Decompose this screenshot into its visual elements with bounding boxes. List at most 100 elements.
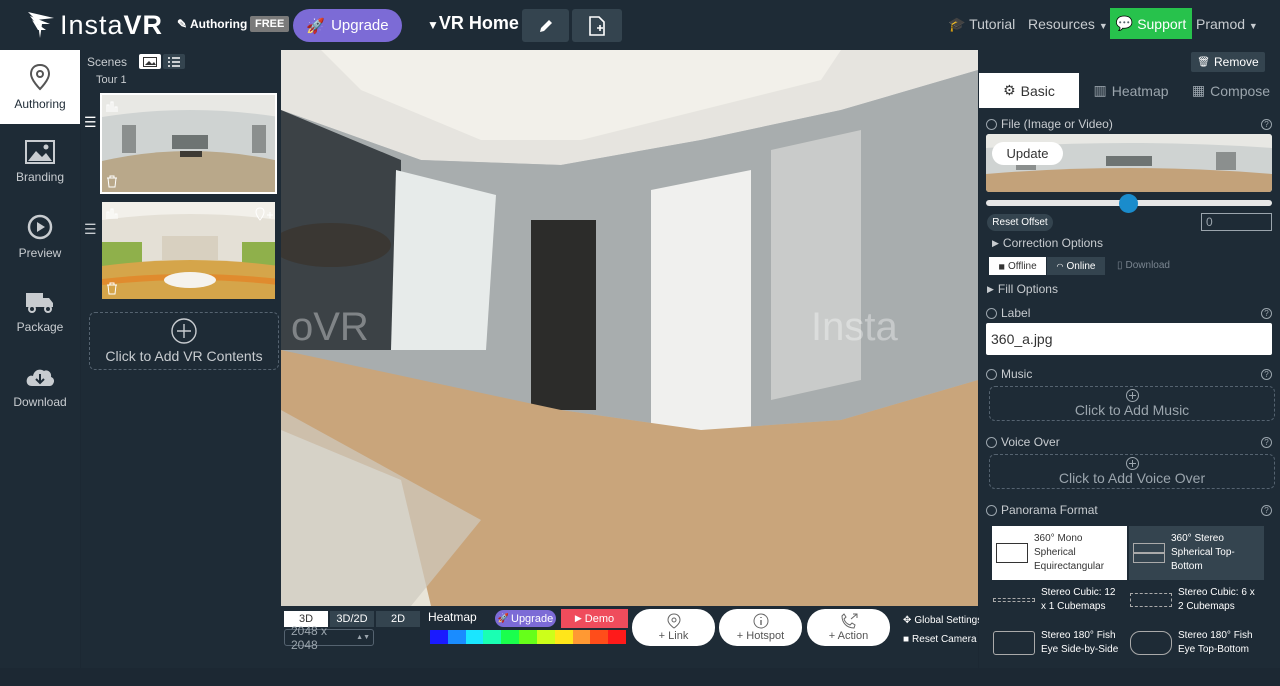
tutorial-link[interactable]: 🎓 Tutorial (948, 16, 1015, 33)
nav-package[interactable]: Package (0, 275, 80, 349)
label-section-header: Label ? (986, 306, 1272, 320)
logo-wing-icon (28, 12, 54, 38)
offset-slider-handle[interactable] (1119, 194, 1138, 213)
heatmap-upgrade-button[interactable]: 🚀 Upgrade (495, 610, 556, 627)
global-settings-link[interactable]: ✥ Global Settings (903, 615, 982, 626)
download-link[interactable]: ▯ Download (1117, 260, 1170, 271)
check-circle-icon (986, 368, 997, 380)
vr-viewport[interactable]: oVR Insta (281, 50, 978, 606)
tab-compose[interactable]: ▦ Compose (1183, 73, 1279, 108)
format-fisheye-top-bottom[interactable]: Stereo 180° Fish Eye Top-Bottom (1126, 624, 1261, 662)
resolution-stepper[interactable]: 2048 x 2048 ▲▼ (284, 624, 374, 652)
list-view-button[interactable] (163, 54, 185, 69)
watermark-left: oVR (291, 305, 369, 349)
bar-chart-icon: ▥ (1093, 82, 1107, 98)
instavr-logo[interactable]: InstaVR (26, 9, 163, 41)
help-icon[interactable]: ? (1261, 368, 1272, 380)
delete-scene-2-icon[interactable] (106, 282, 118, 300)
cube-icon: ◼ (998, 261, 1005, 271)
bottom-strip (0, 668, 1280, 686)
pin-add-icon[interactable] (254, 207, 274, 226)
format-stereo-cubic-6x2[interactable]: Stereo Cubic: 6 x 2 Cubemaps (1126, 582, 1261, 618)
user-menu[interactable]: Pramod ▼ (1196, 16, 1258, 32)
tab-heatmap[interactable]: ▥ Heatmap (1082, 73, 1180, 108)
help-icon[interactable]: ? (1261, 307, 1272, 319)
caret-right-icon: ▶ (992, 237, 999, 248)
analytics-icon[interactable] (106, 207, 119, 225)
help-icon[interactable]: ? (1261, 504, 1272, 516)
pencil-icon (539, 19, 552, 32)
list-icon (168, 56, 180, 67)
watermark-right: Insta (811, 305, 898, 349)
plus-circle-icon (1125, 457, 1139, 470)
stepper-arrows-icon: ▲▼ (356, 634, 370, 641)
reset-camera-link[interactable]: ■ Reset Camera (903, 634, 977, 645)
offline-toggle[interactable]: ◼ Offline (989, 257, 1046, 275)
nav-preview[interactable]: Preview (0, 200, 80, 274)
rocket-icon: 🚀 (497, 613, 509, 623)
analytics-icon[interactable] (106, 100, 119, 116)
support-button[interactable]: 💬 Support (1110, 8, 1192, 39)
upgrade-button[interactable]: 🚀 Upgrade (293, 9, 402, 42)
add-vr-contents-button[interactable]: Click to Add VR Contents (89, 312, 279, 370)
edit-project-button[interactable] (522, 9, 569, 42)
top-bottom-icon (1133, 543, 1165, 563)
update-file-button[interactable]: Update (992, 142, 1063, 165)
graduation-cap-icon: 🎓 (948, 16, 966, 32)
camera-icon: ■ (903, 634, 910, 645)
film-icon: ▦ (1191, 82, 1206, 98)
drag-handle-icon[interactable]: ☰ (84, 221, 97, 238)
truck-icon (26, 293, 53, 313)
trash-icon: 🗑 (1197, 56, 1210, 68)
reset-offset-button[interactable]: Reset Offset (987, 214, 1053, 231)
info-circle-icon (753, 613, 768, 629)
help-icon[interactable]: ? (1261, 118, 1272, 130)
delete-scene-1-icon[interactable] (106, 175, 118, 193)
nav-authoring[interactable]: Authoring (0, 50, 80, 124)
wifi-icon: ◠ (1056, 261, 1064, 271)
fisheye-sbs-icon (993, 631, 1035, 655)
caret-down-icon: ▼ (1098, 21, 1108, 31)
heatmap-swatch (554, 630, 573, 644)
cubemap-strip-icon (993, 598, 1035, 602)
add-action-button[interactable]: + Action (807, 609, 890, 646)
equirect-icon (996, 543, 1028, 563)
check-circle-icon (986, 307, 997, 319)
mode-2d-button[interactable]: 2D (376, 611, 420, 627)
help-icon[interactable]: ? (1261, 436, 1272, 448)
logo-text: InstaVR (60, 9, 164, 40)
left-nav: Authoring Branding Preview Package Downl… (0, 50, 80, 668)
fill-options-toggle[interactable]: ▶ Fill Options (987, 282, 1058, 296)
demo-button[interactable]: ▶ Demo (561, 609, 628, 628)
voiceover-section-header: Voice Over ? (986, 435, 1272, 449)
nav-download[interactable]: Download (0, 350, 80, 424)
format-fisheye-side-by-side[interactable]: Stereo 180° Fish Eye Side-by-Side (989, 624, 1124, 662)
nav-branding[interactable]: Branding (0, 125, 80, 199)
heatmap-swatch (465, 630, 484, 644)
add-music-button[interactable]: Click to Add Music (989, 386, 1275, 421)
plan-badge: FREE (250, 16, 290, 32)
resources-dropdown[interactable]: Resources ▼ (1028, 16, 1108, 32)
remove-scene-button[interactable]: 🗑 Remove (1191, 52, 1265, 72)
drag-handle-icon[interactable]: ☰ (84, 114, 97, 131)
label-input[interactable]: 360_a.jpg (986, 323, 1272, 355)
correction-options-toggle[interactable]: ▶ Correction Options (992, 236, 1103, 250)
map-pin-icon (29, 63, 51, 91)
format-mono-equirectangular[interactable]: 360° Mono Spherical Equirectangular (992, 526, 1127, 580)
scene-thumbnail-2[interactable] (100, 200, 277, 301)
project-title-dropdown[interactable]: ▼VR Home (427, 13, 519, 34)
rocket-icon: 🚀 (306, 17, 326, 35)
scene-thumbnail-1[interactable] (100, 93, 277, 194)
online-toggle[interactable]: ◠ Online (1047, 257, 1105, 275)
heatmap-swatch (519, 630, 537, 644)
thumbnail-view-button[interactable] (139, 54, 161, 69)
format-stereo-top-bottom[interactable]: 360° Stereo Spherical Top-Bottom (1129, 526, 1264, 580)
image-icon (25, 140, 55, 164)
format-stereo-cubic-12x1[interactable]: Stereo Cubic: 12 x 1 Cubemaps (989, 582, 1124, 618)
offset-input[interactable]: 0 (1201, 213, 1272, 231)
add-hotspot-button[interactable]: + Hotspot (719, 609, 802, 646)
new-project-button[interactable] (572, 9, 622, 42)
add-link-button[interactable]: + Link (632, 609, 715, 646)
tab-basic[interactable]: ⚙ Basic (979, 73, 1079, 108)
add-voiceover-button[interactable]: Click to Add Voice Over (989, 454, 1275, 489)
